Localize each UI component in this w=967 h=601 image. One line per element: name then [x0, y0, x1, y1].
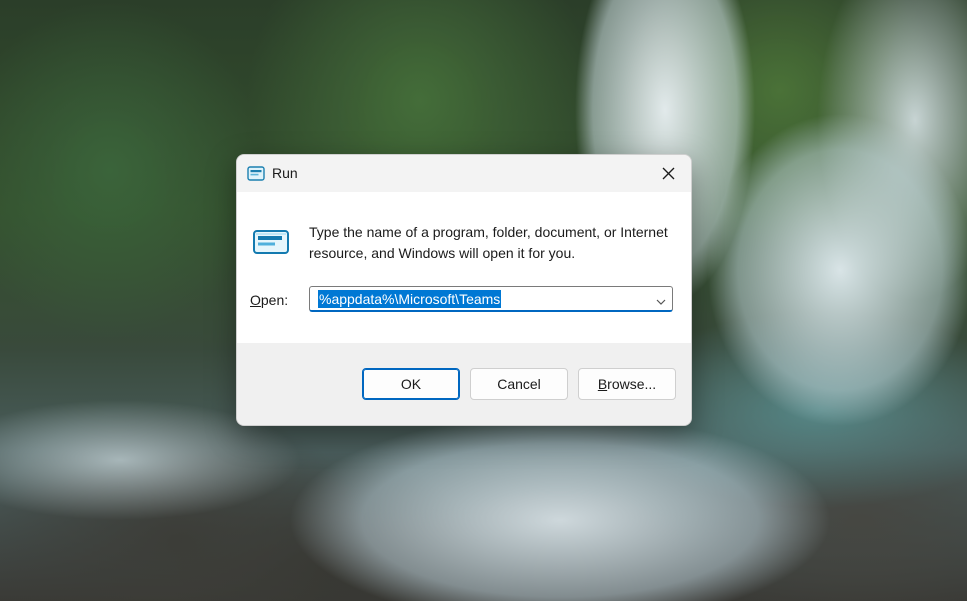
cancel-button[interactable]: Cancel [470, 368, 568, 400]
dialog-title: Run [272, 165, 298, 181]
browse-mnemonic: B [597, 376, 608, 392]
button-bar: OK Cancel Browse... [237, 343, 691, 425]
open-label: Open: [250, 292, 288, 308]
browse-button[interactable]: Browse... [578, 368, 676, 400]
dialog-content: Type the name of a program, folder, docu… [237, 192, 691, 343]
combo-dropdown-button[interactable] [656, 294, 666, 305]
ok-button[interactable]: OK [362, 368, 460, 400]
chevron-down-icon [656, 299, 666, 305]
dialog-description: Type the name of a program, folder, docu… [309, 224, 668, 261]
open-label-mnemonic: O [250, 292, 261, 308]
open-combobox[interactable]: %appdata%\Microsoft\Teams [309, 286, 673, 312]
browse-label-rest: rowse... [607, 376, 657, 392]
run-icon [247, 166, 265, 181]
title-bar[interactable]: Run [237, 155, 691, 192]
close-icon [662, 167, 674, 180]
open-input-value[interactable]: %appdata%\Microsoft\Teams [318, 290, 502, 308]
run-dialog: Run Type the name of a program, folder, … [236, 154, 692, 426]
run-icon [252, 229, 290, 255]
open-label-rest: pen: [260, 292, 289, 308]
close-button[interactable] [645, 155, 691, 192]
